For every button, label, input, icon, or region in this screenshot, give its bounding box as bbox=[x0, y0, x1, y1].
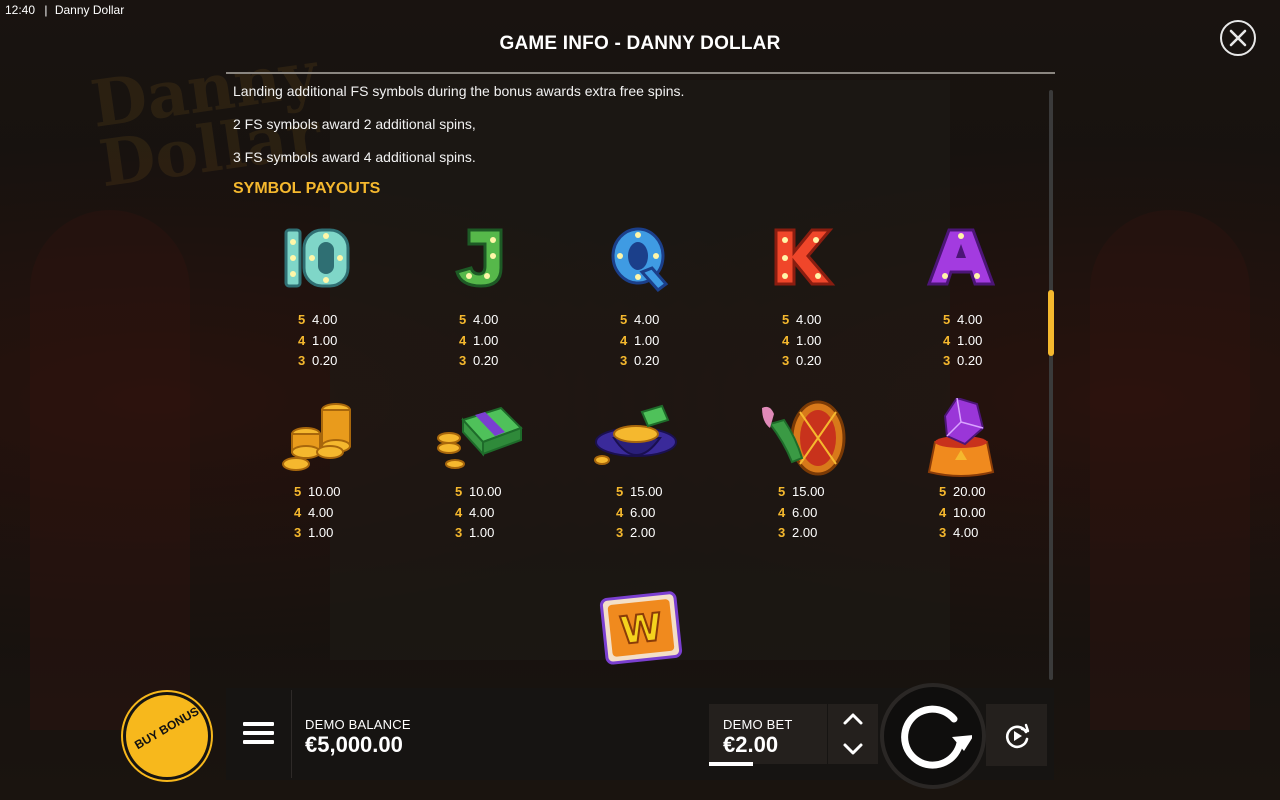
info-content[interactable]: Landing additional FS symbols during the… bbox=[226, 76, 1044, 688]
chevron-up-icon[interactable] bbox=[842, 712, 864, 726]
payout-row: 5 4.00 bbox=[459, 312, 499, 327]
autoplay-icon bbox=[1006, 723, 1030, 749]
wild-symbol-icon: W bbox=[599, 591, 683, 665]
buy-bonus-button[interactable]: BUY BONUS bbox=[126, 695, 208, 777]
payout-row: 4 6.00 bbox=[616, 505, 656, 520]
top-hat-icon bbox=[594, 404, 677, 465]
spin-button[interactable] bbox=[880, 683, 986, 789]
close-icon bbox=[1229, 29, 1247, 47]
menu-button[interactable] bbox=[243, 722, 274, 749]
scrollbar-track[interactable] bbox=[1049, 90, 1053, 680]
drum-icon bbox=[762, 400, 846, 476]
payout-row: 4 6.00 bbox=[778, 505, 818, 520]
payout-row: 3 0.20 bbox=[298, 353, 338, 368]
payout-row: 4 1.00 bbox=[943, 333, 983, 348]
payout-row: 4 4.00 bbox=[455, 505, 495, 520]
j-symbol-icon bbox=[455, 228, 503, 288]
autoplay-button[interactable] bbox=[986, 704, 1047, 766]
info-paragraph: 3 FS symbols award 4 additional spins. bbox=[233, 149, 476, 165]
payout-row: 3 4.00 bbox=[939, 525, 979, 540]
payout-row: 3 1.00 bbox=[294, 525, 334, 540]
ten-symbol-icon bbox=[284, 228, 350, 288]
payout-row: 4 1.00 bbox=[298, 333, 338, 348]
bet-label: DEMO BET bbox=[723, 717, 793, 732]
chevron-down-icon[interactable] bbox=[842, 742, 864, 756]
gem-pedestal-icon bbox=[927, 398, 995, 477]
buy-bonus-label: BUY BONUS bbox=[132, 704, 202, 753]
title-divider bbox=[226, 72, 1055, 74]
q-symbol-icon bbox=[611, 227, 669, 293]
bet-level-indicator bbox=[709, 762, 753, 766]
bet-value: €2.00 bbox=[723, 732, 779, 757]
dialog-title: GAME INFO - DANNY DOLLAR bbox=[499, 33, 781, 54]
payout-row: 4 1.00 bbox=[620, 333, 660, 348]
payout-row: 4 1.00 bbox=[459, 333, 499, 348]
close-button[interactable] bbox=[1220, 20, 1256, 56]
payout-row: 4 4.00 bbox=[294, 505, 334, 520]
payout-row: 4 10.00 bbox=[939, 505, 986, 520]
info-paragraph: 2 FS symbols award 2 additional spins, bbox=[233, 116, 476, 132]
wild-symbol-card: W bbox=[580, 588, 700, 668]
k-symbol-icon bbox=[774, 228, 836, 286]
payout-row: 5 10.00 bbox=[294, 484, 341, 499]
bottom-divider bbox=[291, 690, 292, 778]
payout-row: 3 0.20 bbox=[620, 353, 660, 368]
payout-row: 3 0.20 bbox=[459, 353, 499, 368]
status-app-name: Danny Dollar bbox=[54, 3, 125, 17]
payout-row: 5 10.00 bbox=[455, 484, 502, 499]
scrollbar-thumb[interactable] bbox=[1048, 290, 1054, 356]
payout-row: 5 15.00 bbox=[616, 484, 663, 499]
payout-row: 5 20.00 bbox=[939, 484, 986, 499]
status-time: 12:40 bbox=[5, 3, 36, 17]
payout-row: 4 1.00 bbox=[782, 333, 822, 348]
payout-row: 3 2.00 bbox=[616, 525, 656, 540]
payout-row: 3 0.20 bbox=[782, 353, 822, 368]
payout-row: 5 4.00 bbox=[298, 312, 338, 327]
coin-stack-icon bbox=[282, 403, 351, 471]
payout-row: 5 15.00 bbox=[778, 484, 825, 499]
spin-icon bbox=[901, 705, 972, 769]
info-paragraph: Landing additional FS symbols during the… bbox=[233, 83, 685, 99]
cash-bundle-icon bbox=[437, 406, 523, 469]
status-separator: | bbox=[44, 3, 48, 17]
a-symbol-icon bbox=[926, 228, 996, 286]
bet-stepper bbox=[828, 704, 878, 764]
payout-row: 5 4.00 bbox=[782, 312, 822, 327]
wild-letter: W bbox=[618, 605, 664, 653]
section-title-symbol-payouts: SYMBOL PAYOUTS bbox=[233, 180, 381, 197]
payout-row: 5 4.00 bbox=[620, 312, 660, 327]
payout-row: 3 1.00 bbox=[455, 525, 495, 540]
menu-icon bbox=[243, 722, 274, 744]
balance-label: DEMO BALANCE bbox=[305, 717, 411, 732]
status-bar: 12:40 | Danny Dollar bbox=[5, 3, 124, 17]
balance-value: €5,000.00 bbox=[305, 732, 403, 757]
payout-row: 3 2.00 bbox=[778, 525, 818, 540]
payout-row: 5 4.00 bbox=[943, 312, 983, 327]
payout-row: 3 0.20 bbox=[943, 353, 983, 368]
